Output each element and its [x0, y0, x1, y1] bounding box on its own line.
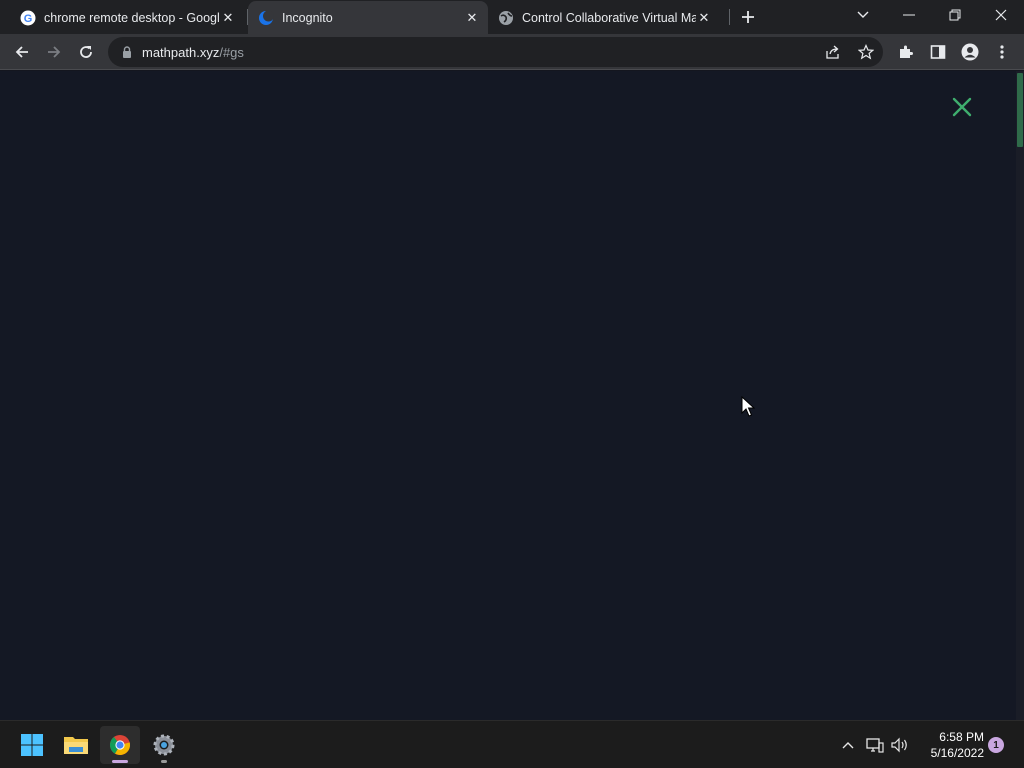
file-explorer-button[interactable]	[56, 726, 96, 764]
settings-icon	[153, 734, 175, 756]
tab-close-icon[interactable]: ✕	[220, 10, 236, 26]
browser-toolbar: mathpath.xyz/#gs	[0, 34, 1024, 70]
svg-text:G: G	[24, 13, 33, 25]
kebab-menu-icon	[1000, 45, 1004, 59]
tab-close-icon[interactable]: ✕	[696, 10, 712, 26]
url-path: /#gs	[219, 45, 244, 60]
bookmark-button[interactable]	[857, 43, 875, 61]
back-button[interactable]	[8, 38, 36, 66]
new-tab-button[interactable]	[737, 6, 759, 28]
incognito-moon-icon	[258, 10, 274, 26]
google-icon: G	[20, 10, 36, 26]
running-indicator	[161, 760, 167, 763]
scrollbar-thumb[interactable]	[1017, 73, 1023, 147]
volume-button[interactable]	[890, 735, 910, 755]
clock-date: 5/16/2022	[930, 746, 984, 760]
arrow-left-icon	[15, 46, 28, 58]
extensions-button[interactable]	[892, 38, 920, 66]
file-explorer-icon	[64, 737, 88, 754]
reload-button[interactable]	[72, 38, 100, 66]
profile-button[interactable]	[956, 38, 984, 66]
tab-separator	[729, 9, 730, 25]
side-panel-button[interactable]	[924, 38, 952, 66]
menu-button[interactable]	[988, 38, 1016, 66]
tab-search-button[interactable]	[840, 0, 886, 30]
share-icon	[826, 45, 839, 59]
tab-google[interactable]: G chrome remote desktop - Google ✕	[0, 1, 248, 34]
tab-title: Control Collaborative Virtual Mac	[522, 10, 696, 25]
settings-taskbar-button[interactable]	[144, 726, 184, 764]
side-panel-icon	[930, 45, 946, 59]
close-icon	[995, 9, 1007, 21]
page-content	[0, 71, 1024, 720]
chrome-icon	[109, 735, 131, 756]
scrollbar-track[interactable]	[1016, 71, 1024, 720]
network-button[interactable]	[865, 735, 885, 755]
globe-icon	[498, 10, 514, 26]
start-button[interactable]	[12, 726, 52, 764]
address-bar[interactable]: mathpath.xyz/#gs	[108, 37, 883, 67]
system-clock[interactable]: 6:58 PM 5/16/2022	[914, 729, 984, 761]
notification-badge[interactable]: 1	[988, 737, 1004, 753]
chevron-up-icon	[842, 742, 854, 749]
network-icon	[866, 738, 884, 753]
restore-button[interactable]	[932, 0, 978, 30]
tab-title: chrome remote desktop - Google	[44, 10, 220, 25]
arrow-right-icon	[48, 46, 61, 58]
star-icon	[858, 44, 874, 60]
url-text: mathpath.xyz/#gs	[142, 45, 244, 60]
share-button[interactable]	[824, 43, 842, 61]
chrome-taskbar-button[interactable]	[100, 726, 140, 764]
speaker-icon	[891, 737, 907, 753]
plus-icon	[742, 11, 754, 23]
chevron-down-icon	[857, 11, 869, 18]
window-close-button[interactable]	[978, 0, 1024, 30]
minimize-icon	[903, 14, 915, 16]
restore-icon	[949, 9, 961, 21]
clock-time: 6:58 PM	[939, 730, 984, 744]
avatar-icon	[961, 43, 979, 61]
puzzle-icon	[900, 45, 913, 58]
reload-icon	[80, 46, 92, 58]
tab-incognito[interactable]: Incognito ✕	[248, 1, 488, 34]
minimize-button[interactable]	[886, 0, 932, 30]
windows-start-icon	[21, 734, 43, 756]
mouse-cursor-icon	[741, 396, 755, 417]
forward-button[interactable]	[40, 38, 68, 66]
tab-close-icon[interactable]: ✕	[464, 10, 480, 26]
show-hidden-icons-button[interactable]	[838, 735, 858, 755]
tab-control-collaborative[interactable]: Control Collaborative Virtual Mac ✕	[488, 1, 728, 34]
running-indicator	[112, 760, 128, 763]
taskbar: 6:58 PM 5/16/2022 1	[0, 720, 1024, 768]
lock-icon	[123, 46, 131, 58]
url-host: mathpath.xyz	[142, 45, 220, 60]
tab-title: Incognito	[282, 10, 333, 25]
overlay-close-icon[interactable]	[950, 95, 974, 119]
tab-strip: G chrome remote desktop - Google ✕ Incog…	[0, 0, 1024, 34]
